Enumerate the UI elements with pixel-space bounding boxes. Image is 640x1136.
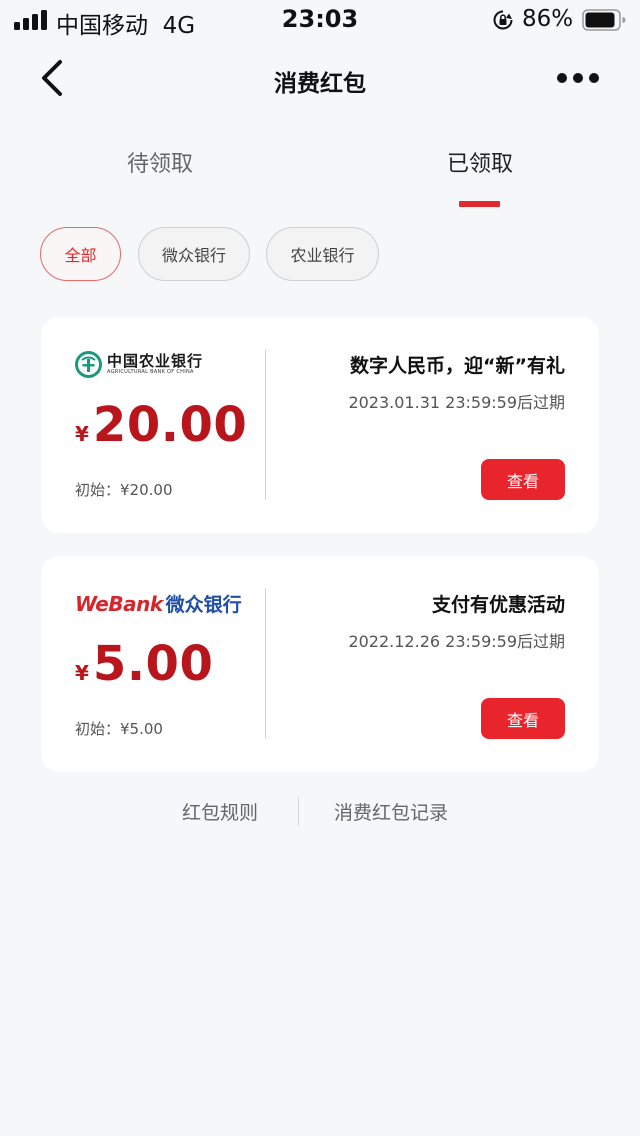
coupon-amount: ¥ 5.00: [75, 636, 213, 692]
bank-name: 中国农业银行: [107, 351, 204, 370]
promo-title: 数字人民币，迎“新”有礼: [350, 355, 565, 377]
filter-chip-all[interactable]: 全部: [40, 227, 121, 281]
expiry-text: 2023.01.31 23:59:59后过期: [348, 393, 565, 412]
rotation-lock-icon: [493, 10, 513, 30]
battery-icon: [582, 9, 626, 31]
page-title: 消费红包: [274, 71, 366, 97]
status-bar: 中国移动 4G 23:03 86%: [0, 0, 640, 40]
bank-name-en: WeBank: [75, 592, 163, 616]
records-link[interactable]: 消费红包记录: [334, 798, 448, 825]
more-icon[interactable]: [556, 72, 600, 84]
view-button[interactable]: 查看: [481, 698, 565, 739]
currency-symbol: ¥: [75, 661, 89, 685]
nav-bar: 消费红包: [0, 40, 640, 116]
filter-chip-abc[interactable]: 农业银行: [266, 227, 379, 281]
tab-pending[interactable]: 待领取: [60, 146, 260, 178]
tab-active-indicator: [459, 201, 500, 207]
currency-symbol: ¥: [75, 422, 89, 446]
coupon-card[interactable]: WeBank 微众银行 ¥ 5.00 初始：¥5.00 支付有优惠活动 2022…: [41, 556, 599, 772]
expiry-text: 2022.12.26 23:59:59后过期: [348, 632, 565, 651]
filter-chip-webank[interactable]: 微众银行: [138, 227, 250, 281]
bank-name-en: AGRICULTURAL BANK OF CHINA: [107, 368, 194, 375]
coupon-amount: ¥ 20.00: [75, 397, 247, 453]
abc-bank-logo: 中国农业银行 AGRICULTURAL BANK OF CHINA: [75, 349, 203, 379]
tab-claimed[interactable]: 已领取: [380, 146, 580, 178]
battery-percent: 86%: [522, 6, 574, 32]
coupon-card[interactable]: 中国农业银行 AGRICULTURAL BANK OF CHINA ¥ 20.0…: [41, 317, 599, 533]
initial-amount: 初始：¥20.00: [75, 481, 173, 499]
card-divider: [265, 349, 266, 500]
amount-value: 5.00: [92, 636, 214, 692]
initial-amount: 初始：¥5.00: [75, 720, 163, 738]
amount-value: 20.00: [92, 397, 248, 453]
bank-name: 微众银行: [165, 594, 242, 616]
promo-title: 支付有优惠活动: [431, 594, 565, 616]
rules-link[interactable]: 红包规则: [182, 798, 258, 825]
card-divider: [265, 588, 266, 739]
abc-logo-icon: [75, 350, 102, 378]
view-button[interactable]: 查看: [481, 459, 565, 500]
webank-logo: WeBank 微众银行: [75, 590, 242, 617]
footer-divider: [298, 797, 299, 826]
